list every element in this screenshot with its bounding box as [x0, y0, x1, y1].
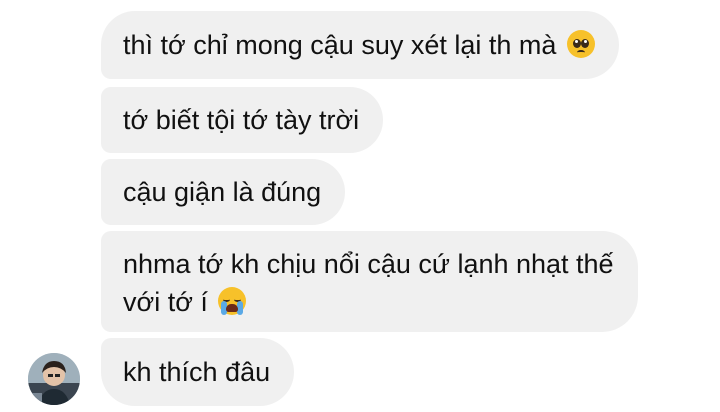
message-bubble[interactable]: nhma tớ kh chịu nổi cậu cứ lạnh nhạt thế… [101, 231, 638, 332]
avatar[interactable] [28, 353, 80, 405]
message-bubble[interactable]: thì tớ chỉ mong cậu suy xét lại th mà [101, 11, 619, 79]
message-text: thì tớ chỉ mong cậu suy xét lại th mà [123, 30, 557, 60]
message-thread: thì tớ chỉ mong cậu suy xét lại th mà tớ… [0, 0, 720, 412]
message-text: cậu giận là đúng [123, 177, 322, 207]
loudly-crying-face-icon [218, 287, 247, 315]
message-text: kh thích đâu [123, 357, 271, 387]
message-bubble[interactable]: kh thích đâu [101, 338, 295, 406]
message-text-line: nhma tớ kh chịu nổi cậu cứ lạnh nhạt thế [123, 249, 614, 279]
pleading-face-icon [566, 30, 595, 58]
message-bubble[interactable]: cậu giận là đúng [101, 159, 346, 225]
message-bubble[interactable]: tớ biết tội tớ tày trời [101, 87, 384, 153]
message-text-line: với tớ í [123, 287, 208, 317]
message-text: tớ biết tội tớ tày trời [123, 105, 360, 135]
